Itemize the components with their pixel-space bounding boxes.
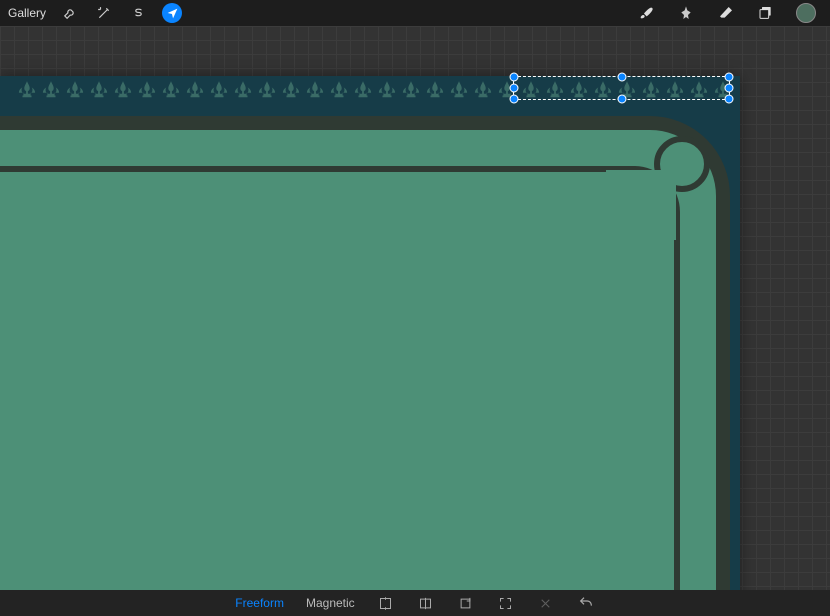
fleur-de-lis-icon [186,80,204,102]
eraser-icon[interactable] [716,3,736,23]
wand-icon[interactable] [94,3,114,23]
artboard[interactable] [0,76,740,590]
handle-tl[interactable] [510,73,519,82]
fleur-de-lis-icon [114,80,132,102]
color-well[interactable] [796,3,816,23]
fleur-de-lis-icon [330,80,348,102]
canvas-workspace[interactable] [0,26,830,590]
fleur-de-lis-icon [306,80,324,102]
fleur-de-lis-icon [426,80,444,102]
fleur-de-lis-icon [18,80,36,102]
transform-bottom-bar: Freeform Magnetic [0,590,830,616]
wrench-icon[interactable] [60,3,80,23]
rotate-icon[interactable] [457,594,475,612]
fleur-de-lis-icon [138,80,156,102]
selection-s-icon[interactable] [128,3,148,23]
fleur-de-lis-icon [450,80,468,102]
fleur-de-lis-icon [258,80,276,102]
mode-magnetic[interactable]: Magnetic [306,596,355,610]
fleur-de-lis-icon [402,80,420,102]
handle-tc[interactable] [617,73,626,82]
layers-icon[interactable] [756,3,776,23]
smudge-icon[interactable] [676,3,696,23]
flip-horizontal-icon[interactable] [417,594,435,612]
fleur-de-lis-icon [90,80,108,102]
fleur-de-lis-icon [210,80,228,102]
fit-screen-icon[interactable] [497,594,515,612]
handle-br[interactable] [725,95,734,104]
undo-icon[interactable] [577,594,595,612]
close-icon[interactable] [537,594,555,612]
fleur-de-lis-icon [66,80,84,102]
fleur-de-lis-icon [282,80,300,102]
handle-tr[interactable] [725,73,734,82]
transform-arrow-icon[interactable] [162,3,182,23]
snap-icon[interactable] [377,594,395,612]
mode-freeform[interactable]: Freeform [235,596,284,610]
handle-mr[interactable] [725,84,734,93]
fleur-de-lis-icon [378,80,396,102]
fleur-de-lis-icon [234,80,252,102]
transform-selection[interactable] [513,76,730,100]
fleur-de-lis-icon [474,80,492,102]
top-toolbar: Gallery [0,0,830,26]
panel-inner-border [0,166,680,590]
handle-bl[interactable] [510,95,519,104]
handle-bc[interactable] [617,95,626,104]
fleur-de-lis-icon [42,80,60,102]
fleur-de-lis-icon [354,80,372,102]
gallery-button[interactable]: Gallery [8,6,46,20]
handle-ml[interactable] [510,84,519,93]
brush-icon[interactable] [636,3,656,23]
panel-shape[interactable] [0,116,730,590]
fleur-de-lis-icon [162,80,180,102]
